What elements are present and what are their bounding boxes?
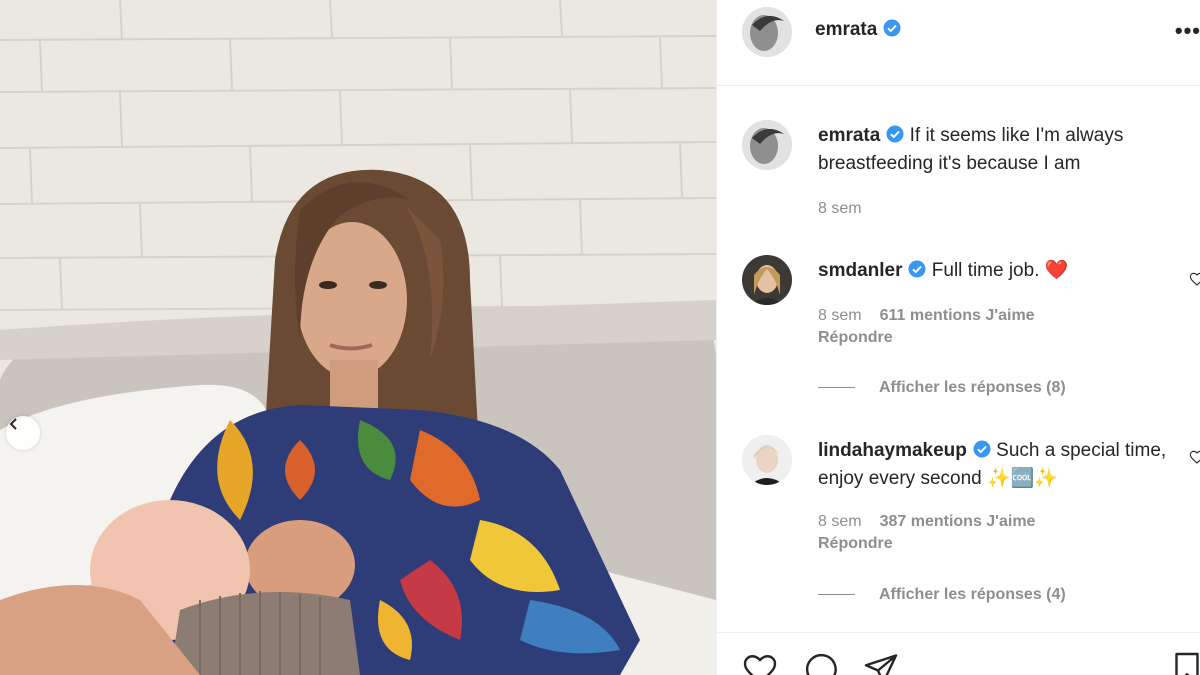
heart-icon[interactable] [1189, 449, 1200, 465]
like-count[interactable]: 387 mentions J'aime [880, 513, 1036, 530]
heart-icon[interactable] [742, 651, 778, 675]
caption-text: emrata If it seems like I'm always breas… [818, 122, 1178, 178]
like-count[interactable]: 611 mentions J'aime [880, 307, 1035, 324]
view-replies-button[interactable]: Afficher les réponses (8) [818, 379, 1066, 397]
comment-username[interactable]: smdanler [818, 260, 902, 281]
reply-button[interactable]: Répondre [818, 329, 893, 347]
avatar[interactable] [742, 7, 792, 57]
post-author[interactable]: emrata [815, 19, 901, 41]
chevron-left-icon [9, 418, 17, 430]
timestamp: 8 sem [818, 513, 862, 530]
timestamp: 8 sem [818, 307, 862, 324]
post-header: emrata ••• [717, 0, 1200, 86]
caption-username[interactable]: emrata [818, 125, 880, 146]
verified-badge-icon [886, 125, 904, 143]
divider [818, 594, 855, 596]
verified-badge-icon [973, 440, 991, 458]
reply-button[interactable]: Répondre [818, 535, 893, 553]
comment-body: Full time job. ❤️ [931, 260, 1069, 281]
comment-meta: 8 sem 611 mentions J'aime [818, 307, 1035, 325]
timestamp: 8 sem [818, 200, 862, 217]
post-photo [0, 0, 716, 675]
post-sidebar: emrata ••• emrata If it seems like I'm a… [716, 0, 1200, 675]
view-replies-label[interactable]: Afficher les réponses (4) [879, 586, 1066, 603]
verified-badge-icon [883, 19, 901, 37]
username[interactable]: emrata [815, 19, 877, 40]
caption-time: 8 sem [818, 200, 862, 218]
post-image [0, 0, 716, 675]
more-options-button[interactable]: ••• [1175, 18, 1200, 44]
avatar[interactable] [742, 120, 792, 170]
avatar[interactable] [742, 255, 792, 305]
avatar[interactable] [742, 435, 792, 485]
view-replies-label[interactable]: Afficher les réponses (8) [879, 379, 1066, 396]
comment-username[interactable]: lindahaymakeup [818, 440, 967, 461]
comment-text: lindahaymakeup Such a special time, enjo… [818, 437, 1178, 493]
heart-icon[interactable] [1189, 271, 1200, 287]
carousel-prev-button[interactable] [6, 416, 40, 450]
share-icon[interactable] [863, 651, 899, 675]
comment-icon[interactable] [803, 651, 839, 675]
view-replies-button[interactable]: Afficher les réponses (4) [818, 586, 1066, 604]
bookmark-icon[interactable] [1169, 651, 1200, 675]
comment-meta: 8 sem 387 mentions J'aime [818, 513, 1035, 531]
verified-badge-icon [908, 260, 926, 278]
divider [818, 387, 855, 389]
comment-text: smdanler Full time job. ❤️ [818, 257, 1178, 285]
action-bar [717, 632, 1200, 675]
